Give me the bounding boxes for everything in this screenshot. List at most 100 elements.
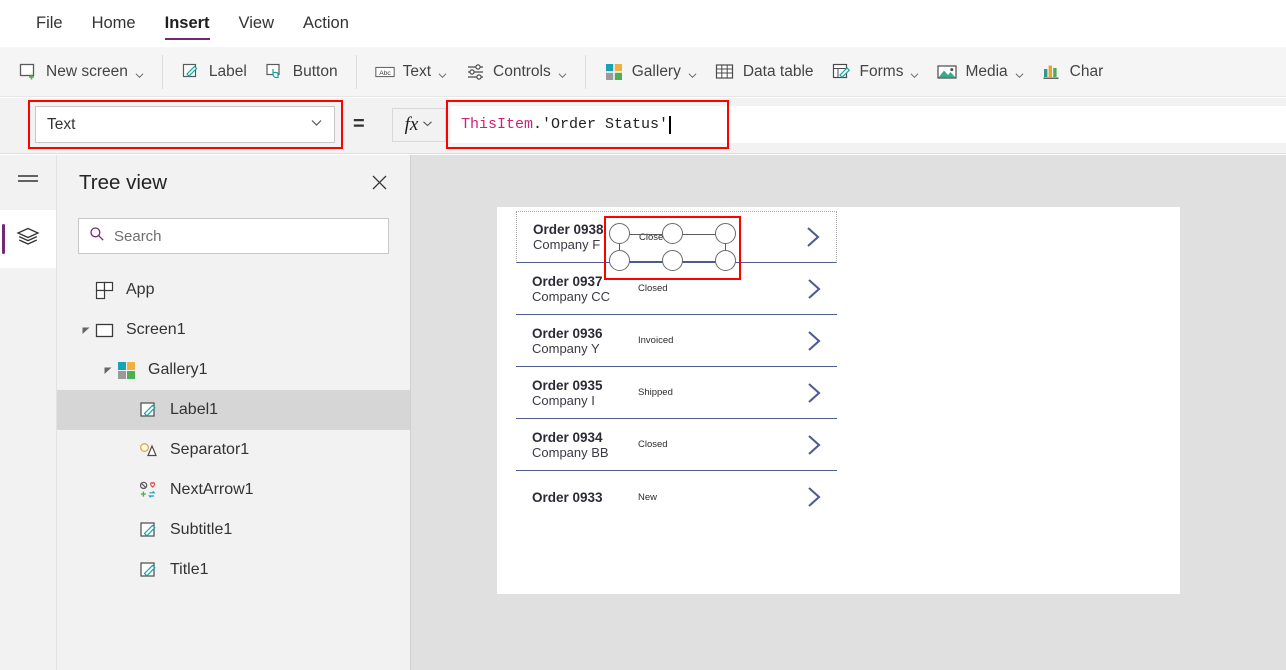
ribbon-group-text: Abc Text Controls [357,47,585,96]
rail-tab-tree-view[interactable] [0,210,56,268]
gallery-row[interactable]: Order 0935 Company I Shipped [516,367,837,419]
button-button[interactable]: Button [256,55,347,89]
chevron-down-icon [910,67,919,79]
screen1-canvas: Order 0938 Company F Closed Order 0937 C… [497,207,1180,594]
gallery-icon [115,359,137,381]
media-image-icon [937,62,958,82]
data-table-button-label: Data table [742,62,814,80]
tree-view-header: Tree view [57,155,410,210]
label-edit-icon [137,559,159,581]
tree-item-screen1[interactable]: Screen1 [57,310,410,350]
gallery-row-text: Order 0937 Company CC [532,274,618,304]
gallery-row-status: Closed [638,283,668,294]
label-icon [181,62,201,82]
gallery-row-status: Invoiced [638,335,674,346]
chevron-right-icon[interactable] [801,276,827,302]
gallery1-control[interactable]: Order 0938 Company F Closed Order 0937 C… [516,211,837,531]
gallery-button[interactable]: Gallery [595,55,706,89]
active-tab-indicator [2,224,5,254]
tree-item-gallery1[interactable]: Gallery1 [57,350,410,390]
data-table-button[interactable]: Data table [706,55,823,89]
ribbon-group-screens: New screen [0,47,162,96]
formula-input[interactable]: ThisItem .'Order Status' [451,106,1286,143]
gallery-row-title: Order 0935 [532,377,603,393]
text-caret [669,115,671,134]
gallery-row-status: Shipped [638,387,673,398]
chevron-right-icon[interactable] [801,380,827,406]
gallery-row-title: Order 0933 [532,489,603,505]
gallery-squares-icon [604,62,624,82]
gallery-row-title: Order 0934 [532,429,603,445]
gallery-row[interactable]: Order 0936 Company Y Invoiced [516,315,837,367]
tree-item-separator1[interactable]: Separator1 [57,430,410,470]
text-button-label: Text [402,62,432,80]
tree-item-label: Subtitle1 [170,521,233,538]
controls-button-label: Controls [493,62,551,80]
gallery-row-status: Closed [638,439,668,450]
menu-item-action[interactable]: Action [303,0,349,47]
button-icon [265,62,285,82]
new-screen-icon [18,62,38,82]
menu-item-insert[interactable]: Insert [164,0,210,47]
chevron-right-icon[interactable] [801,484,827,510]
tree-item-label: Gallery1 [148,361,208,378]
new-screen-button[interactable]: New screen [9,55,153,89]
gallery-row[interactable]: Order 0937 Company CC Closed [516,263,837,315]
tree-item-label: NextArrow1 [170,481,254,498]
gallery-row[interactable]: Order 0933 New [516,471,837,523]
chevron-down-icon [688,67,697,79]
tree-item-label: Label1 [170,401,219,418]
gallery-row-status: Closed [639,231,669,243]
chevron-down-icon [1015,67,1024,79]
menu-item-file[interactable]: File [36,0,63,47]
tree-caret-placeholder [79,283,93,297]
chevron-right-icon[interactable] [800,224,826,250]
insert-ribbon: New screen Label Button Abc Text Control… [0,47,1286,97]
search-input[interactable] [114,227,378,245]
data-table-icon [715,62,735,82]
fx-function-button[interactable]: fx [392,108,446,142]
new-screen-label: New screen [46,62,128,80]
tree-caret-placeholder [123,443,137,457]
gallery-row-subtitle: Company CC [532,288,611,304]
property-select-dropdown[interactable]: Text [35,106,335,143]
chevron-right-icon[interactable] [801,328,827,354]
menu-item-home[interactable]: Home [92,0,136,47]
tree-search-container [57,210,410,268]
controls-button[interactable]: Controls [456,55,576,89]
caret-expanded-icon[interactable] [79,323,93,337]
tree-item-label1[interactable]: Label1 [57,390,410,430]
search-field-wrapper[interactable] [78,218,389,254]
close-icon[interactable] [366,170,392,196]
chevron-right-icon[interactable] [801,432,827,458]
powerapps-studio-window: File Home Insert View Action New screen [0,0,1286,670]
media-button[interactable]: Media [928,55,1032,89]
forms-button[interactable]: Forms [823,55,929,89]
charts-icon [1042,62,1062,82]
caret-expanded-icon[interactable] [101,363,115,377]
gallery-row-text: Order 0933 [532,490,618,505]
tree-item-label: Title1 [170,561,209,578]
gallery-row[interactable]: Order 0934 Company BB Closed [516,419,837,471]
gallery-row-status: New [638,491,658,503]
fx-label: fx [404,114,419,135]
gallery-row-text: Order 0934 Company BB [532,430,618,460]
gallery-row[interactable]: Order 0938 Company F Closed [516,211,837,263]
label-button[interactable]: Label [172,55,256,89]
hamburger-menu-button[interactable] [0,155,56,210]
label-edit-icon [137,519,159,541]
main-menu-bar: File Home Insert View Action [0,0,1286,47]
chevron-down-icon [438,67,447,79]
tree-item-subtitle1[interactable]: Subtitle1 [57,510,410,550]
tree-item-nextarrow1[interactable]: NextArrow1 [57,470,410,510]
gallery1-clip: Order 0938 Company F Closed Order 0937 C… [516,211,837,531]
menu-item-view[interactable]: View [239,0,274,47]
tree-item-label: Screen1 [126,321,186,338]
next-arrow-icon [137,479,159,501]
text-button[interactable]: Abc Text [366,55,456,89]
charts-button[interactable]: Char [1033,55,1113,89]
tree-caret-placeholder [123,483,137,497]
tree-item-title1[interactable]: Title1 [57,550,410,590]
tree-item-app[interactable]: App [57,270,410,310]
tree-item-label: App [126,281,155,298]
